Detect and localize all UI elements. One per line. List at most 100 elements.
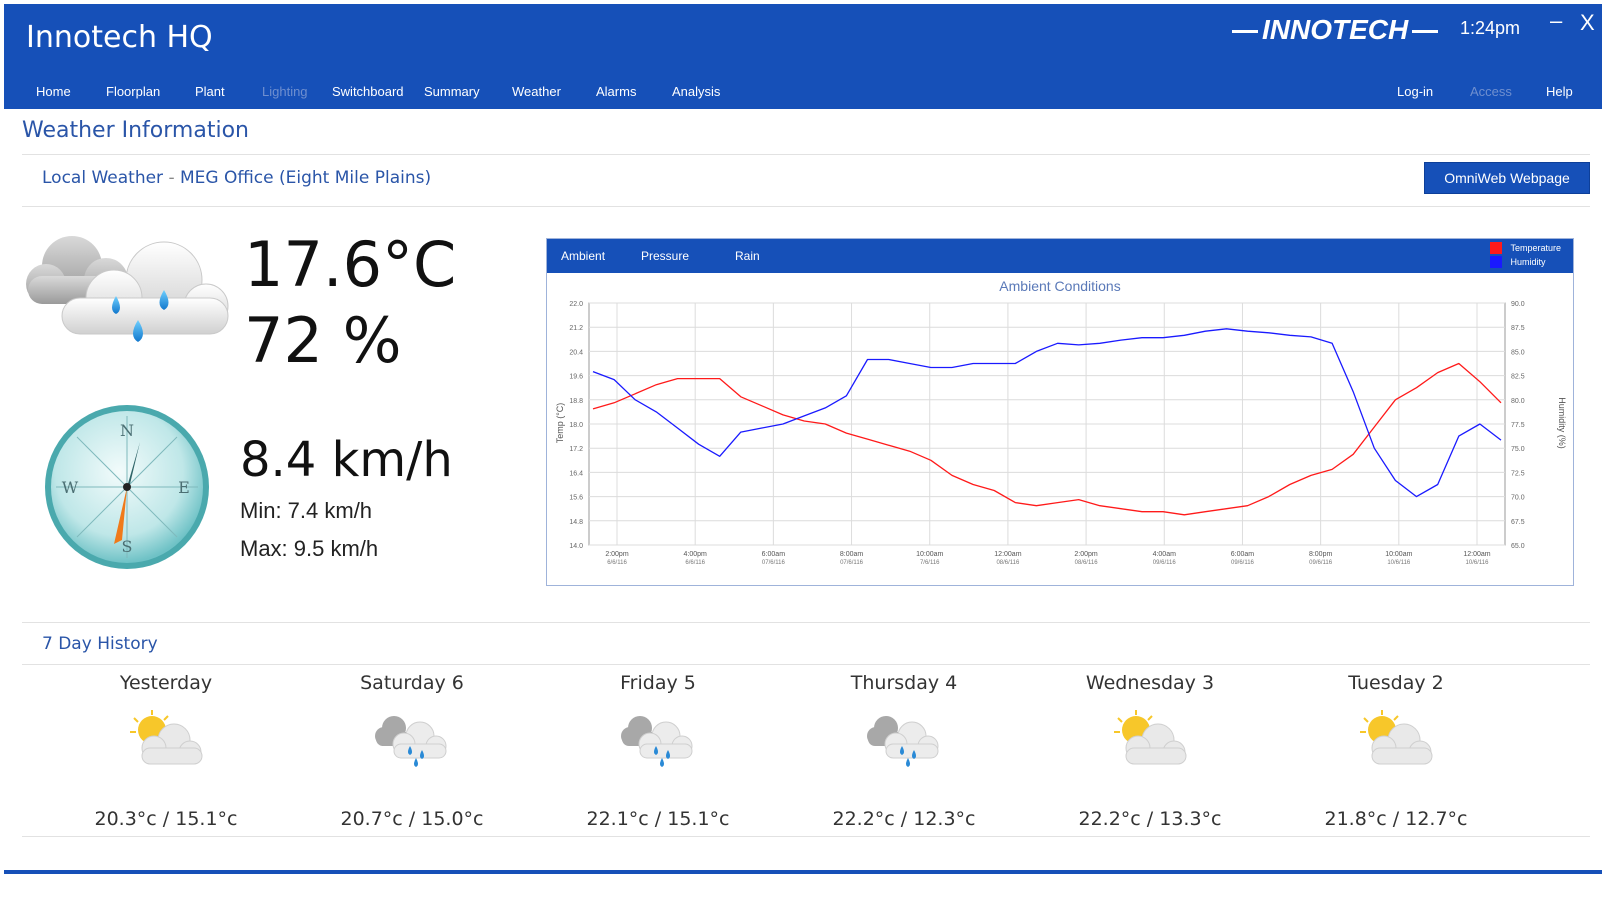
nav-weather[interactable]: Weather bbox=[512, 84, 561, 99]
nav-analysis[interactable]: Analysis bbox=[672, 84, 720, 99]
omniweb-webpage-button[interactable]: OmniWeb Webpage bbox=[1424, 162, 1590, 194]
y2-tick-label: 67.5 bbox=[1511, 519, 1525, 526]
divider bbox=[22, 206, 1590, 207]
nav-plant[interactable]: Plant bbox=[195, 84, 225, 99]
nav-summary[interactable]: Summary bbox=[424, 84, 480, 99]
x-tick-label: 4:00pm bbox=[684, 551, 708, 558]
chart-legend: Temperature Humidity bbox=[1490, 241, 1561, 269]
local-weather-separator: - bbox=[168, 168, 175, 188]
nav-alarms[interactable]: Alarms bbox=[596, 84, 636, 99]
x-tick-label: 12:00am bbox=[994, 551, 1021, 558]
x-tick-label: 2:00pm bbox=[1074, 551, 1098, 558]
x-tick-sublabel: 08/6/116 bbox=[1075, 560, 1099, 566]
y-tick-label: 17.2 bbox=[569, 446, 583, 453]
compass-label-w: W bbox=[62, 478, 79, 497]
nav-home[interactable]: Home bbox=[36, 84, 71, 99]
y2-tick-label: 90.0 bbox=[1511, 301, 1525, 308]
x-axis-ticks: 2:00pm 6/6/116 4:00pm 6/6/116 6:00am 07/6/116… bbox=[605, 551, 1490, 566]
tab-rain[interactable]: Rain bbox=[735, 249, 760, 263]
history-day: Thursday 4 22.2°c / 12.3°c bbox=[784, 672, 1024, 830]
showers-icon bbox=[867, 716, 939, 767]
history-day-temps: 21.8°c / 12.7°c bbox=[1324, 808, 1468, 830]
divider bbox=[22, 154, 1590, 155]
close-button[interactable]: X bbox=[1580, 10, 1595, 36]
y2-tick-label: 82.5 bbox=[1511, 374, 1525, 381]
tab-ambient[interactable]: Ambient bbox=[561, 249, 605, 263]
history-day: Saturday 6 20.7°c / 15.0°c bbox=[292, 672, 532, 830]
y2-tick-label: 80.0 bbox=[1511, 398, 1525, 405]
x-tick-sublabel: 10/6/116 bbox=[1387, 560, 1411, 566]
history-title: 7 Day History bbox=[42, 634, 158, 654]
nav-login[interactable]: Log-in bbox=[1397, 84, 1433, 99]
history-day: Wednesday 3 22.2°c / 13.3°c bbox=[1030, 672, 1270, 830]
nav-switchboard[interactable]: Switchboard bbox=[332, 84, 404, 99]
divider bbox=[22, 836, 1590, 837]
y-axis-ticks: 22.0 21.2 20.4 19.6 18.8 18.0 17.2 16.4 15.6 14.8… bbox=[569, 301, 583, 550]
y2-tick-label: 72.5 bbox=[1511, 470, 1525, 477]
legend-label-humidity: Humidity bbox=[1510, 257, 1546, 267]
divider bbox=[22, 664, 1590, 665]
y2-axis-label: Humidity (%) bbox=[1557, 397, 1567, 449]
x-tick-label: 10:00am bbox=[916, 551, 943, 558]
history-day: Tuesday 2 21.8°c / 12.7°c bbox=[1276, 672, 1516, 830]
y2-tick-label: 85.0 bbox=[1511, 349, 1525, 356]
y2-tick-label: 70.0 bbox=[1511, 495, 1525, 502]
bottom-bar bbox=[4, 870, 1602, 874]
ambient-conditions-chart: Ambient Conditions 22.0 21.2 20.4 19.6 18.8 1… bbox=[555, 278, 1567, 566]
nav-floorplan[interactable]: Floorplan bbox=[106, 84, 160, 99]
chart-title: Ambient Conditions bbox=[999, 278, 1120, 294]
partly-cloudy-icon bbox=[1114, 710, 1187, 765]
x-tick-label: 8:00pm bbox=[1309, 551, 1333, 558]
chart-tabbar: Ambient Pressure Rain Temperature Humidi… bbox=[547, 239, 1573, 273]
history-day-temps: 20.7°c / 15.0°c bbox=[340, 808, 484, 830]
history-day-name: Yesterday bbox=[119, 672, 213, 694]
wind-min: Min: 7.4 km/h bbox=[240, 498, 373, 523]
y-tick-label: 18.0 bbox=[569, 422, 583, 429]
wind-max: Max: 9.5 km/h bbox=[240, 536, 379, 561]
legend-label-temperature: Temperature bbox=[1510, 243, 1561, 253]
minimize-button[interactable]: – bbox=[1550, 8, 1562, 34]
x-tick-sublabel: 07/6/116 bbox=[840, 560, 864, 566]
legend-item-temperature: Temperature bbox=[1490, 241, 1561, 255]
history-day-temps: 22.1°c / 15.1°c bbox=[586, 808, 730, 830]
x-tick-sublabel: 09/6/116 bbox=[1231, 560, 1255, 566]
y-tick-label: 14.8 bbox=[569, 519, 583, 526]
x-tick-label: 6:00am bbox=[762, 551, 786, 558]
y-tick-label: 18.8 bbox=[569, 398, 583, 405]
tab-pressure[interactable]: Pressure bbox=[641, 249, 689, 263]
compass-label-n: N bbox=[120, 421, 134, 440]
legend-swatch-humidity bbox=[1490, 256, 1503, 268]
x-tick-label: 2:00pm bbox=[605, 551, 629, 558]
compass-label-s: S bbox=[122, 537, 133, 556]
history-day-temps: 22.2°c / 13.3°c bbox=[1078, 808, 1222, 830]
y2-tick-label: 87.5 bbox=[1511, 325, 1525, 332]
history-day-temps: 20.3°c / 15.1°c bbox=[94, 808, 238, 830]
history-day-name: Thursday 4 bbox=[850, 672, 958, 694]
nav-help[interactable]: Help bbox=[1546, 84, 1573, 99]
brand-logo-text: INNOTECH bbox=[1262, 14, 1409, 45]
nav-access[interactable]: Access bbox=[1470, 84, 1512, 99]
y2-tick-label: 65.0 bbox=[1511, 543, 1525, 550]
showers-icon bbox=[375, 716, 447, 767]
history-day-name: Saturday 6 bbox=[360, 672, 464, 694]
page-title: Weather Information bbox=[22, 118, 249, 143]
history-day-name: Tuesday 2 bbox=[1348, 672, 1444, 694]
local-weather-location: MEG Office (Eight Mile Plains) bbox=[180, 168, 432, 188]
y-axis-label: Temp (°C) bbox=[555, 403, 565, 444]
main-nav: Home Floorplan Plant Lighting Switchboar… bbox=[4, 84, 1602, 106]
nav-lighting[interactable]: Lighting bbox=[262, 84, 308, 99]
history-day-temps: 22.2°c / 12.3°c bbox=[832, 808, 976, 830]
x-tick-sublabel: 07/6/116 bbox=[762, 560, 786, 566]
x-tick-sublabel: 7/6/116 bbox=[920, 560, 940, 566]
x-tick-sublabel: 6/6/116 bbox=[685, 560, 705, 566]
y-tick-label: 14.0 bbox=[569, 543, 583, 550]
x-tick-label: 10:00am bbox=[1385, 551, 1412, 558]
x-tick-sublabel: 08/6/116 bbox=[996, 560, 1020, 566]
x-tick-label: 4:00am bbox=[1153, 551, 1177, 558]
chart-grid bbox=[588, 302, 1506, 546]
local-weather-label: Local Weather bbox=[42, 168, 164, 188]
x-tick-label: 12:00am bbox=[1463, 551, 1490, 558]
partly-cloudy-icon bbox=[1360, 710, 1433, 765]
app-title: Innotech HQ bbox=[26, 20, 213, 55]
history-day-name: Friday 5 bbox=[620, 672, 696, 694]
